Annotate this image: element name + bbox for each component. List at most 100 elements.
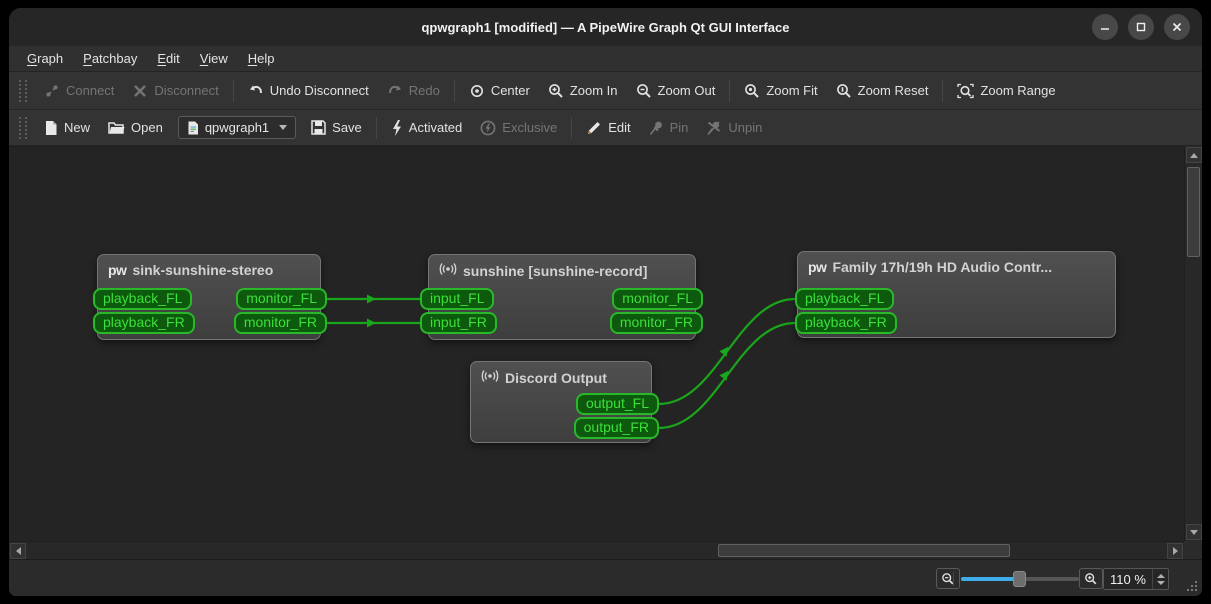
exclusive-bolt-icon: [480, 120, 496, 136]
new-button[interactable]: New: [35, 116, 99, 140]
arrow-down-icon: [1190, 529, 1198, 535]
activated-bolt-icon: [391, 119, 403, 136]
zoom-in-label: Zoom In: [569, 83, 618, 98]
port-sunshine-input_FR[interactable]: input_FR: [420, 312, 497, 334]
spinbox-steppers[interactable]: [1152, 569, 1168, 589]
horizontal-scrollbar[interactable]: [9, 541, 1184, 559]
port-family-playback_FR[interactable]: playback_FR: [795, 312, 897, 334]
disconnect-label: Disconnect: [154, 83, 219, 98]
scroll-up-button[interactable]: [1186, 147, 1202, 163]
zoom-in-button[interactable]: Zoom In: [539, 79, 627, 103]
zoom-slider[interactable]: [953, 571, 1086, 587]
pin-label: Pin: [669, 120, 689, 135]
zoom-range-icon: [957, 83, 975, 99]
toolbar-drag-handle[interactable]: [19, 116, 27, 139]
scroll-down-button[interactable]: [1186, 524, 1202, 540]
zoom-out-button[interactable]: Zoom Out: [627, 79, 725, 103]
spin-down-icon: [1156, 580, 1165, 585]
redo-button[interactable]: Redo: [378, 79, 449, 103]
edit-label: Edit: [608, 120, 631, 135]
window-resize-grip[interactable]: [1185, 579, 1197, 591]
port-sunshine-monitor_FL[interactable]: monitor_FL: [612, 288, 703, 310]
port-sunshine-monitor_FR[interactable]: monitor_FR: [609, 312, 703, 334]
undo-icon: [248, 83, 264, 99]
toolbar-separator: [453, 79, 455, 102]
maximize-button[interactable]: [1128, 14, 1154, 40]
disconnect-button[interactable]: Disconnect: [123, 79, 227, 103]
center-button[interactable]: Center: [460, 79, 539, 103]
vertical-scrollbar[interactable]: [1184, 146, 1202, 541]
connect-button[interactable]: Connect: [35, 79, 123, 103]
patchbay-selector[interactable]: qpwgraph1: [177, 116, 297, 139]
node-title: pw Family 17h/19h HD Audio Contr...: [798, 252, 1115, 282]
zoom-slider-handle[interactable]: [1013, 571, 1026, 587]
scroll-left-button[interactable]: [10, 543, 26, 559]
toolbar-separator: [729, 79, 731, 102]
titlebar[interactable]: qpwgraph1 [modified] — A PipeWire Graph …: [9, 8, 1202, 46]
menu-patchbay[interactable]: Patchbay: [73, 48, 147, 69]
vertical-scroll-thumb[interactable]: [1187, 167, 1200, 257]
activated-button[interactable]: Activated: [382, 116, 471, 140]
horizontal-scroll-thumb[interactable]: [718, 544, 1010, 557]
port-sink-monitor_FL[interactable]: monitor_FL: [236, 288, 327, 310]
close-button[interactable]: [1164, 14, 1190, 40]
arrow-left-icon: [15, 547, 21, 555]
menu-view[interactable]: View: [190, 48, 238, 69]
center-icon: [469, 83, 485, 99]
undo-button[interactable]: Undo Disconnect: [239, 79, 378, 103]
arrow-right-icon: [1172, 547, 1178, 555]
scroll-right-button[interactable]: [1167, 543, 1183, 559]
menu-graph[interactable]: Graph: [17, 48, 73, 69]
port-discord-output_FL[interactable]: output_FL: [575, 393, 659, 415]
cable-arrow-icon: [367, 318, 376, 328]
status-zoom-in-button[interactable]: [1079, 568, 1103, 589]
disconnect-icon: [132, 83, 148, 99]
minimize-button[interactable]: [1092, 14, 1118, 40]
node-name: sink-sunshine-stereo: [132, 262, 274, 278]
port-discord-output_FR[interactable]: output_FR: [573, 417, 659, 439]
open-folder-icon: [108, 120, 125, 135]
port-sink-playback_FL[interactable]: playback_FL: [93, 288, 193, 310]
unpin-label: Unpin: [728, 120, 763, 135]
arrow-up-icon: [1190, 152, 1198, 158]
redo-icon: [387, 83, 403, 99]
stream-icon: [439, 262, 457, 279]
port-sink-playback_FR[interactable]: playback_FR: [93, 312, 195, 334]
toolbar-drag-handle[interactable]: [19, 79, 27, 102]
zoom-fit-label: Zoom Fit: [766, 83, 818, 98]
close-icon: [1172, 22, 1182, 32]
status-zoom-out-button[interactable]: [936, 568, 960, 589]
zoom-percent-spinbox[interactable]: 110 %: [1103, 568, 1169, 590]
cable-arrow-icon: [367, 294, 376, 304]
menubar: Graph Patchbay Edit View Help: [9, 46, 1202, 72]
edit-button[interactable]: Edit: [577, 116, 639, 140]
unpin-button[interactable]: Unpin: [697, 116, 771, 140]
port-family-playback_FL[interactable]: playback_FL: [795, 288, 895, 310]
pin-button[interactable]: Pin: [640, 116, 698, 140]
port-sunshine-input_FL[interactable]: input_FL: [420, 288, 495, 310]
zoom-reset-button[interactable]: Zoom Reset: [827, 79, 938, 103]
new-file-icon: [44, 120, 58, 136]
connect-label: Connect: [66, 83, 115, 98]
zoom-range-button[interactable]: Zoom Range: [948, 79, 1064, 103]
open-button[interactable]: Open: [99, 116, 172, 139]
redo-label: Redo: [408, 83, 440, 98]
save-button[interactable]: Save: [302, 116, 371, 139]
connect-icon: [44, 83, 60, 99]
zoom-fit-button[interactable]: Zoom Fit: [735, 79, 826, 103]
menu-help[interactable]: Help: [238, 48, 285, 69]
graph-canvas[interactable]: pw sink-sunshine-stereo sunshine [sunshi…: [9, 146, 1184, 541]
zoom-in-icon: [1085, 572, 1097, 584]
exclusive-label: Exclusive: [502, 120, 558, 135]
cable-arrow-icon: [719, 370, 729, 381]
node-title: Discord Output: [471, 362, 651, 393]
port-sink-monitor_FR[interactable]: monitor_FR: [233, 312, 327, 334]
toolbar-separator: [375, 116, 377, 139]
slider-tick: [953, 572, 954, 586]
zoom-reset-icon: [836, 83, 852, 99]
center-label: Center: [490, 83, 530, 98]
exclusive-button[interactable]: Exclusive: [471, 116, 566, 140]
canvas-area: pw sink-sunshine-stereo sunshine [sunshi…: [9, 146, 1202, 559]
menu-edit[interactable]: Edit: [147, 48, 189, 69]
graph-toolbar: Connect Disconnect Undo Disconnect Redo: [9, 72, 1202, 110]
